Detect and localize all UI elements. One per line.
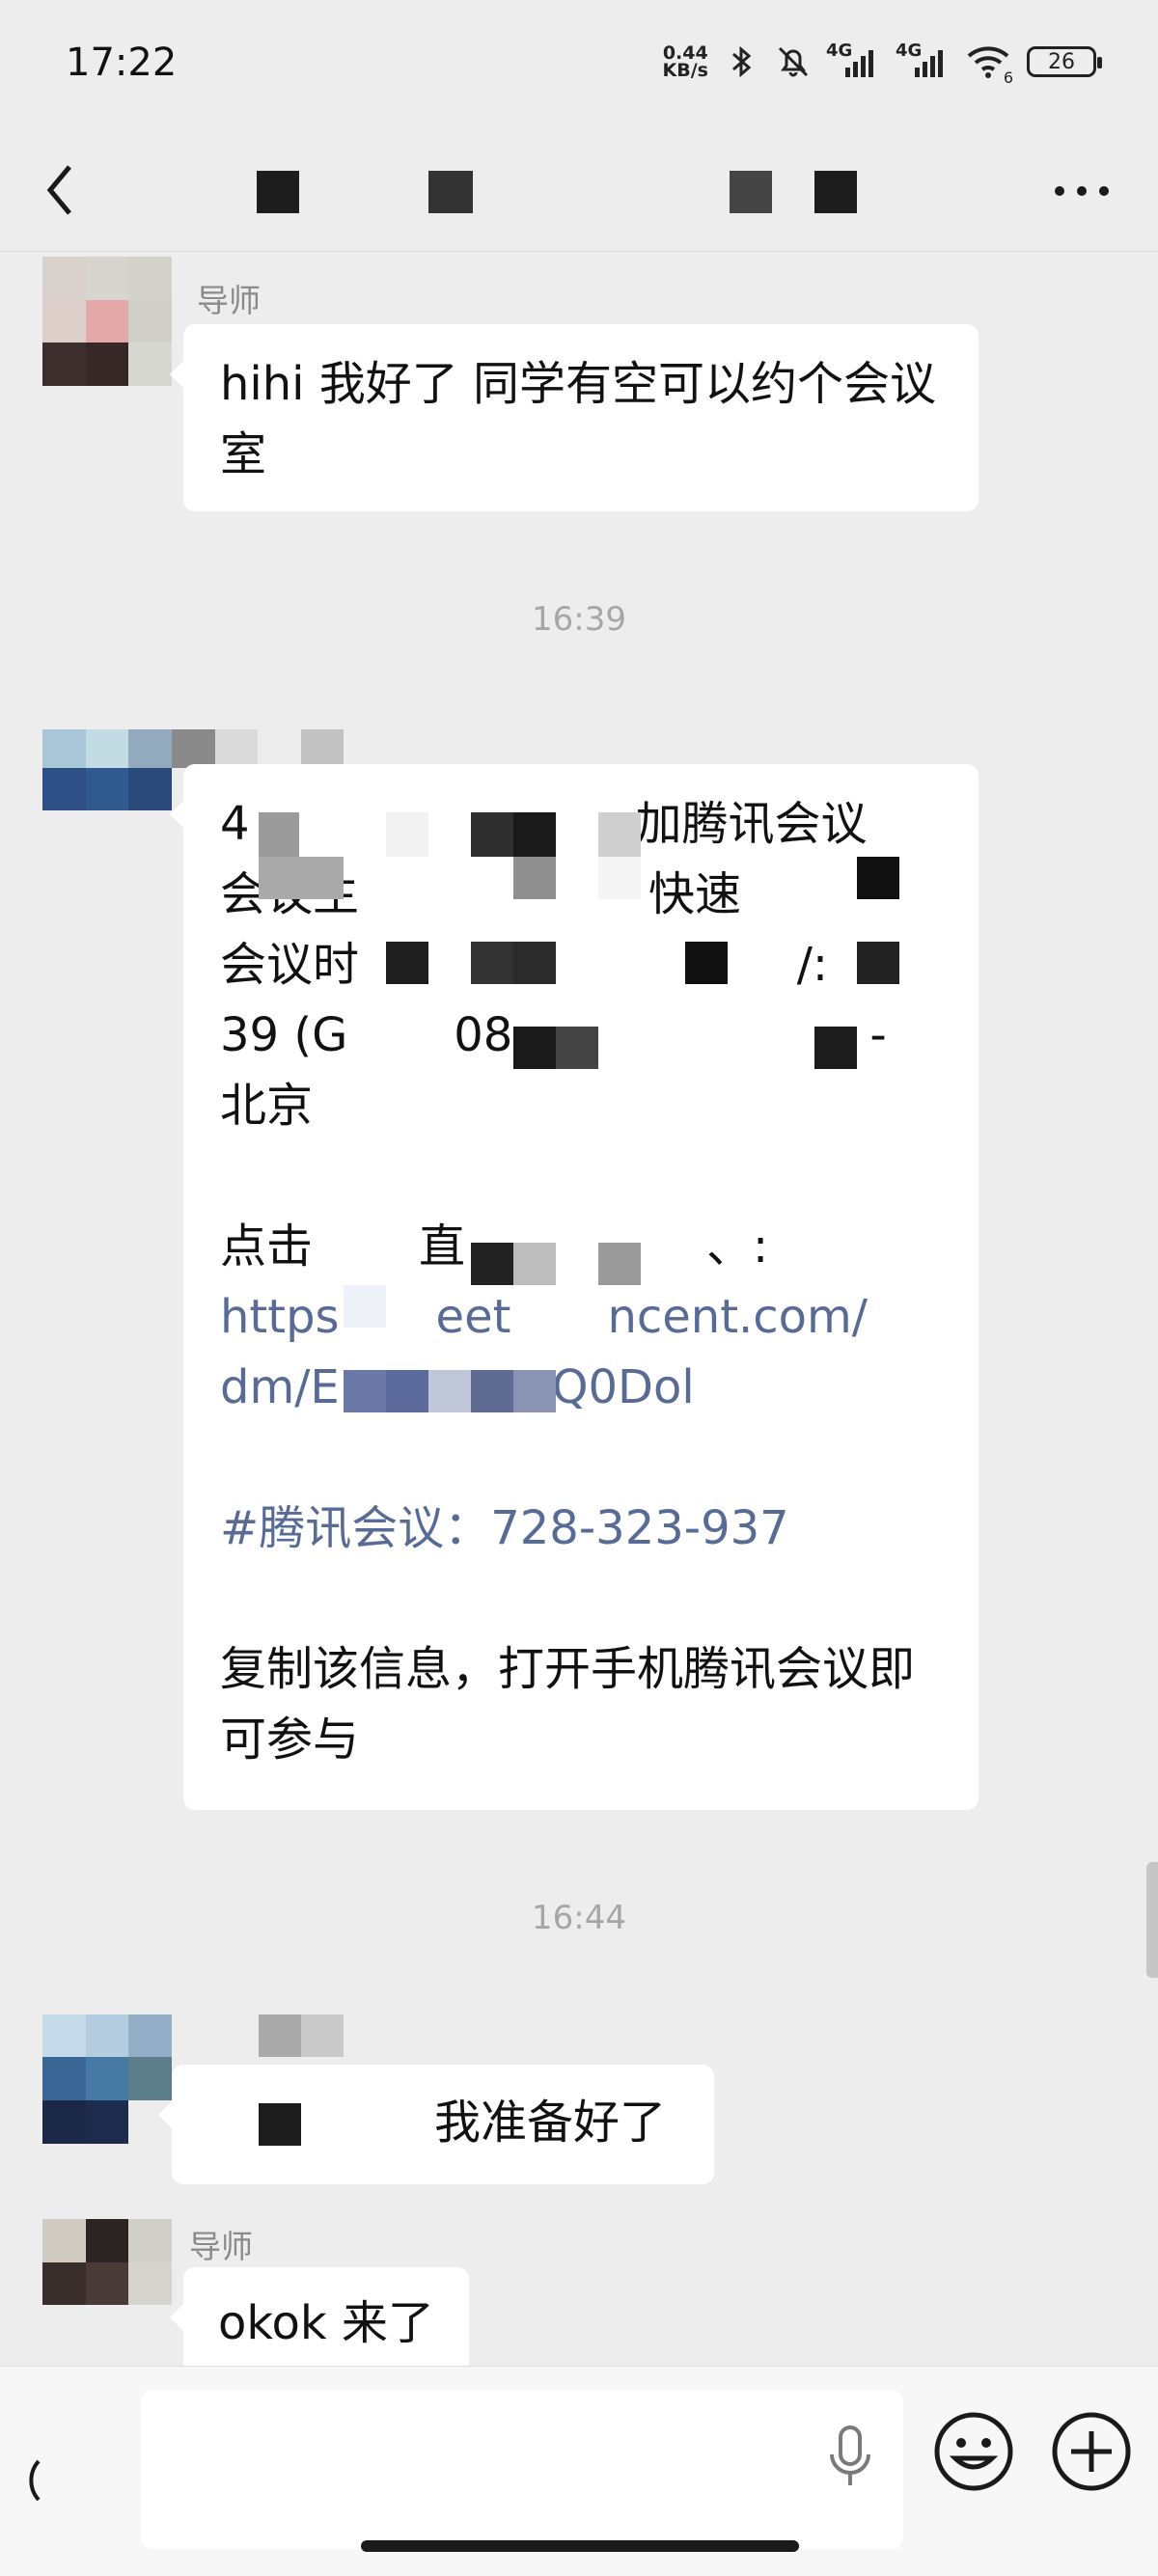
message-text-line: hihi 我好了 同学有空可以约个会议 [220, 357, 937, 411]
link-fragment: https [220, 1290, 340, 1344]
wifi-label: 6 [1003, 69, 1013, 87]
avatar-user[interactable] [42, 2014, 172, 2144]
message-text-line: 4 加腾讯会议 [220, 789, 942, 860]
message-bubble-meeting-invite[interactable]: 4加腾讯会议 会议主快速 会议时'0/: 39 (G08- 北京 点击直、: h… [170, 764, 979, 1810]
net-speed: 0.44 KB/s [662, 44, 708, 81]
chat-screen: 17:22 0.44 KB/s 4G 4G 6 26 导师 hihi 我好了 同… [0, 0, 1158, 2576]
link-fragment: ncent.com/ [607, 1290, 868, 1344]
link-fragment: dm/E [220, 1360, 340, 1414]
battery-level: 26 [1048, 49, 1075, 74]
text-fragment: 、: [706, 1219, 769, 1274]
message-text: okok 来了 [218, 2296, 434, 2350]
meeting-link[interactable]: https eet ncent.com/ [220, 1282, 942, 1353]
bubble-arrow [158, 2101, 172, 2128]
emoji-icon[interactable] [930, 2408, 1017, 2495]
message-text-line: 会议时'0/: [220, 930, 942, 1000]
home-indicator[interactable] [361, 2540, 799, 2552]
meeting-id-link[interactable]: #腾讯会议：728-323-937 [220, 1494, 942, 1564]
status-icons: 0.44 KB/s 4G 4G 6 26 [662, 41, 1102, 87]
bubble-arrow [170, 2304, 183, 2331]
message-text-line: 复制该信息，打开手机腾讯会议即 [220, 1642, 916, 1696]
message-bubble[interactable]: 我准备好了 [158, 2065, 714, 2184]
bubble-arrow [170, 361, 183, 388]
plus-icon[interactable] [1048, 2408, 1135, 2495]
timestamp: 16:44 [532, 1899, 626, 1937]
chat-header [0, 130, 1158, 252]
microphone-icon[interactable] [826, 2424, 874, 2491]
status-time: 17:22 [66, 41, 178, 85]
net-speed-unit: KB/s [662, 60, 708, 81]
text-fragment: 08 [454, 1008, 513, 1062]
voice-toggle-icon[interactable] [19, 2442, 77, 2519]
text-fragment: 快速 [648, 867, 742, 921]
message-text-line: 可参与 [220, 1713, 360, 1767]
text-fragment: 点击 [220, 1219, 314, 1274]
text-fragment: 会议时 [220, 938, 360, 992]
status-bar: 17:22 0.44 KB/s 4G 4G 6 26 [0, 0, 1158, 130]
text-fragment: /: [796, 938, 829, 992]
timestamp: 16:39 [532, 600, 626, 639]
avatar-user[interactable] [42, 729, 172, 859]
message-text-line: 室 [220, 427, 267, 481]
signal-2-icon: 4G [896, 41, 951, 81]
sender-name: 导师 [197, 282, 261, 319]
more-dots-icon[interactable] [1048, 157, 1116, 225]
text-fragment: 加腾讯会议 [635, 797, 868, 851]
link-fragment: Q0Dol [551, 1360, 695, 1414]
wifi-icon: 6 [965, 42, 1013, 87]
battery-icon: 26 [1027, 46, 1102, 77]
avatar-mentor[interactable] [42, 257, 172, 386]
message-bubble[interactable]: hihi 我好了 同学有空可以约个会议 室 [170, 324, 979, 511]
avatar-mentor[interactable] [42, 2219, 172, 2348]
text-fragment: - [869, 1008, 887, 1062]
text-fragment: 39 (G [220, 1008, 348, 1062]
back-button[interactable] [37, 153, 114, 231]
meeting-link-cont[interactable]: dm/E Q0Dol [220, 1353, 942, 1423]
message-bubble[interactable]: okok 来了 [170, 2267, 469, 2373]
message-text: 我准备好了 [434, 2096, 667, 2150]
text-fragment: 直 [419, 1219, 466, 1274]
bluetooth-icon [732, 45, 752, 78]
link-fragment: eet [435, 1290, 511, 1344]
signal-1-icon: 4G [826, 41, 882, 81]
message-input[interactable] [141, 2390, 903, 2549]
mute-bell-icon [778, 46, 809, 77]
sender-name: 导师 [189, 2228, 253, 2265]
message-text-line: 北京 [220, 1079, 314, 1133]
bubble-arrow [170, 801, 183, 828]
message-text-line: 点击 直 、: [220, 1212, 942, 1282]
text-fragment: 4 [220, 797, 250, 851]
scrollbar-thumb[interactable] [1146, 1862, 1158, 1978]
